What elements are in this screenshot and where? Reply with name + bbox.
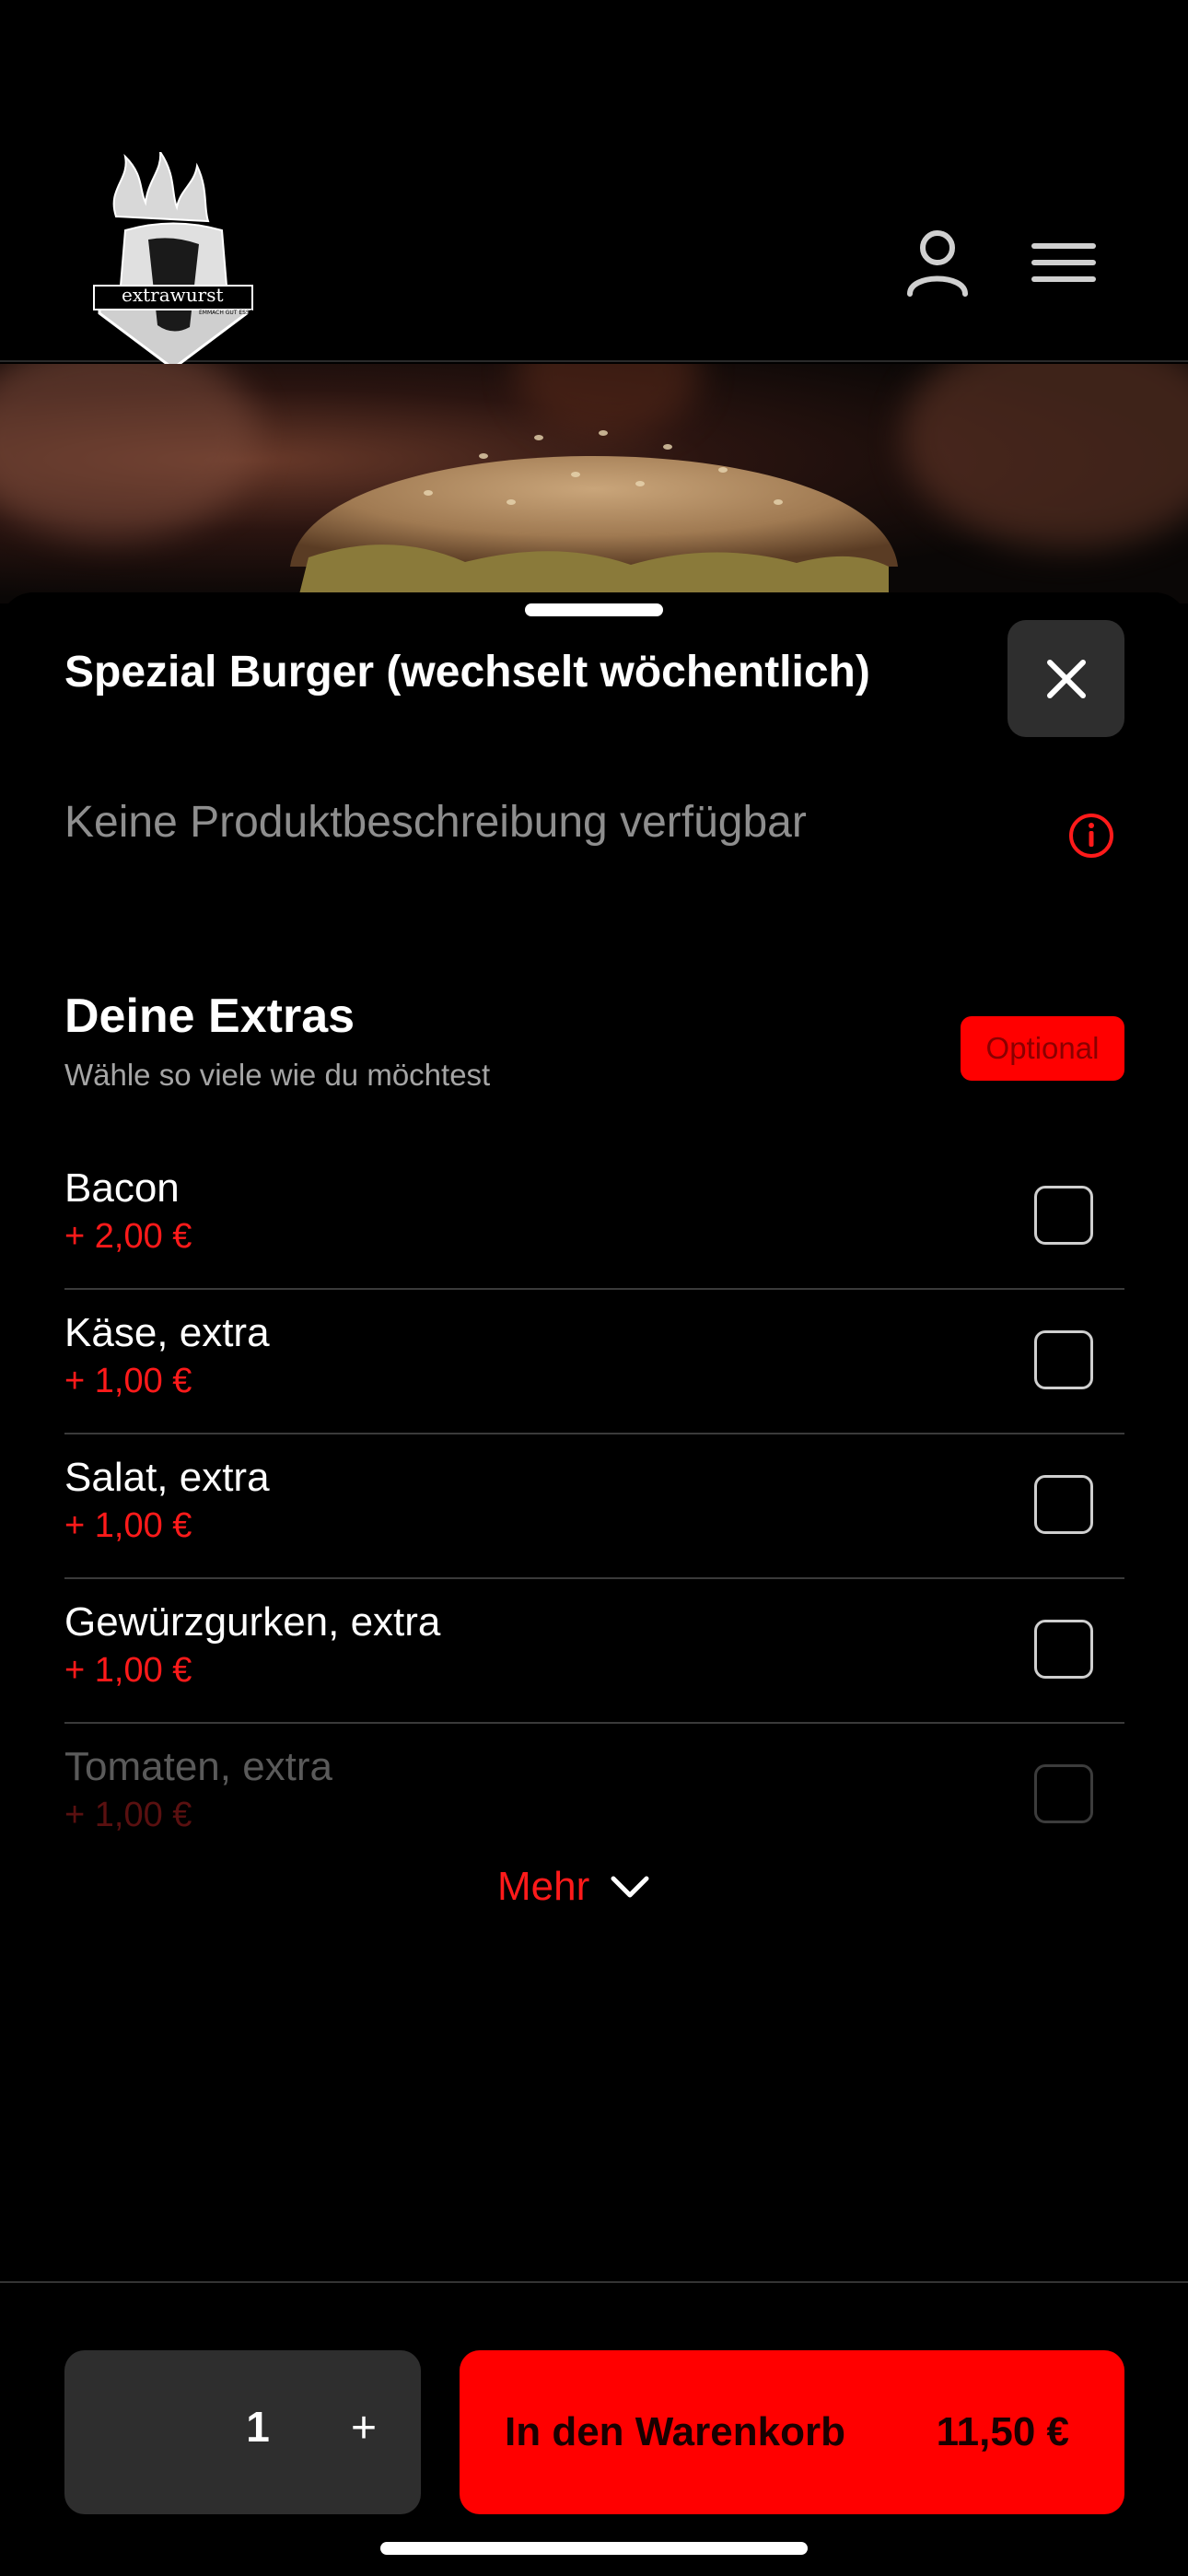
show-more-label: Mehr xyxy=(497,1864,590,1909)
add-to-cart-button[interactable]: In den Warenkorb 11,50 € xyxy=(460,2350,1124,2514)
extra-name: Tomaten, extra xyxy=(64,1744,333,1789)
extra-price: + 1,00 € xyxy=(64,1651,192,1690)
quantity-value: 1 xyxy=(246,2403,270,2451)
home-indicator[interactable] xyxy=(380,2542,808,2555)
extra-item-bacon[interactable]: Bacon + 2,00 € xyxy=(64,1145,1124,1290)
extra-checkbox[interactable] xyxy=(1034,1475,1093,1534)
product-title: Spezial Burger (wechselt wöchentlich) xyxy=(64,648,870,697)
cart-total-price: 11,50 € xyxy=(936,2409,1069,2454)
extras-section-subtitle: Wähle so viele wie du möchtest xyxy=(64,1058,491,1092)
extra-name: Gewürzgurken, extra xyxy=(64,1599,441,1645)
bottom-action-bar: 1 + In den Warenkorb 11,50 € xyxy=(0,2281,1188,2576)
extrawurst-logo[interactable]: extrawurst EMMACH GUT ESSEN xyxy=(88,152,258,373)
extra-price: + 1,00 € xyxy=(64,1506,192,1545)
svg-text:extrawurst: extrawurst xyxy=(122,284,224,306)
extra-name: Salat, extra xyxy=(64,1455,270,1500)
app-header: extrawurst EMMACH GUT ESSEN xyxy=(0,0,1188,370)
extra-checkbox[interactable] xyxy=(1034,1620,1093,1679)
extra-name: Käse, extra xyxy=(64,1310,270,1355)
burger-image xyxy=(290,430,898,594)
extra-price: + 1,00 € xyxy=(64,1362,192,1400)
increment-button[interactable]: + xyxy=(332,2396,396,2461)
extra-price: + 1,00 € xyxy=(64,1796,192,1834)
info-icon[interactable] xyxy=(1066,811,1116,861)
add-to-cart-label: In den Warenkorb xyxy=(505,2409,845,2454)
extra-item-kaese[interactable]: Käse, extra + 1,00 € xyxy=(64,1290,1124,1434)
extra-price: + 2,00 € xyxy=(64,1217,192,1256)
close-icon xyxy=(1046,659,1086,698)
quantity-stepper[interactable]: 1 + xyxy=(64,2350,421,2514)
hamburger-menu-icon[interactable] xyxy=(1027,226,1101,299)
extra-item-salat[interactable]: Salat, extra + 1,00 € xyxy=(64,1434,1124,1579)
product-sheet: Spezial Burger (wechselt wöchentlich) Ke… xyxy=(0,592,1188,2576)
extra-checkbox[interactable] xyxy=(1034,1764,1093,1823)
extras-section-title: Deine Extras xyxy=(64,989,355,1043)
sheet-grabber[interactable] xyxy=(525,603,663,616)
svg-text:EMMACH GUT ESSEN: EMMACH GUT ESSEN xyxy=(199,310,257,316)
optional-badge: Optional xyxy=(961,1016,1124,1081)
extra-checkbox[interactable] xyxy=(1034,1186,1093,1245)
extra-name: Bacon xyxy=(64,1165,180,1211)
extra-checkbox[interactable] xyxy=(1034,1330,1093,1389)
product-hero-image xyxy=(0,364,1188,603)
extras-list: Bacon + 2,00 € Käse, extra + 1,00 € Sala… xyxy=(64,1145,1124,1868)
show-more-button[interactable]: Mehr xyxy=(497,1855,650,1919)
product-description: Keine Produktbeschreibung verfügbar xyxy=(64,798,807,847)
extra-item-gewuerzgurken[interactable]: Gewürzgurken, extra + 1,00 € xyxy=(64,1579,1124,1724)
chevron-down-icon xyxy=(611,1876,649,1898)
product-detail-screen: extrawurst EMMACH GUT ESSEN Spezial Burg… xyxy=(0,0,1188,2576)
extra-item-tomaten[interactable]: Tomaten, extra + 1,00 € xyxy=(64,1724,1124,1868)
close-button[interactable] xyxy=(1007,620,1124,737)
person-icon[interactable] xyxy=(901,226,974,299)
